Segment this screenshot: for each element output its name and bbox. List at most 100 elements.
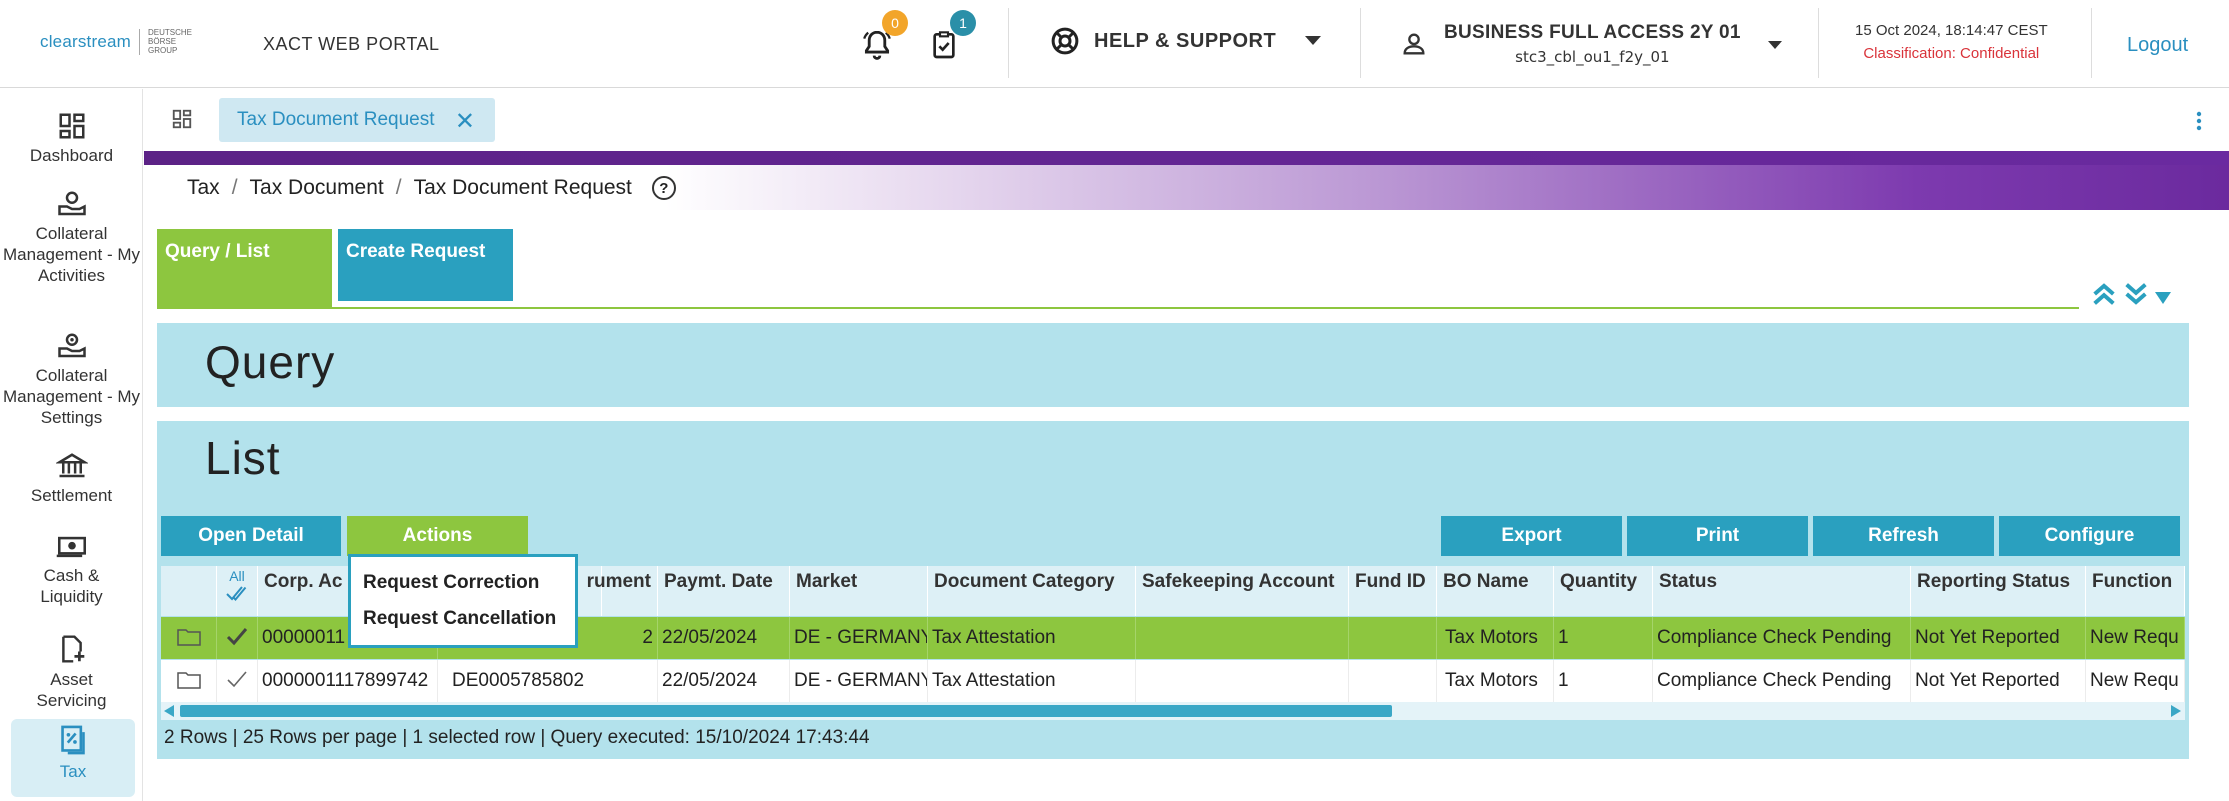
sidebar-item-label: Asset Servicing [36,670,107,710]
tab-query-list[interactable]: Query / List [157,229,332,309]
notifications-button[interactable]: 0 [858,10,908,64]
breadcrumb-item-current: Tax Document Request [413,176,632,199]
lifebuoy-icon [1051,27,1079,55]
scroll-left-icon[interactable] [163,704,175,718]
column-header-function[interactable]: Function [2086,566,2185,616]
cell-status: Compliance Check Pending [1653,660,1911,702]
sidebar-item-label: Collateral Management - My Activities [3,224,140,285]
cell-market: DE - GERMANY [790,617,928,659]
cell-reporting-status: Not Yet Reported [1911,660,2086,702]
purple-band [144,151,2229,165]
tab-underline [332,307,2079,309]
sidebar-item-cash-liquidity[interactable]: Cash & Liquidity [0,533,143,607]
actions-dropdown-menu: Request Correction Request Cancellation [348,554,578,648]
menu-item-request-cancellation[interactable]: Request Cancellation [351,604,575,640]
column-header-quantity[interactable]: Quantity [1554,566,1653,616]
asset-icon [61,635,84,663]
table-row[interactable]: 0000001117899742 DE0005785802 22/05/2024… [161,660,2185,702]
cell-fund-id [1349,617,1437,659]
column-header-bo-name[interactable]: BO Name [1437,566,1554,616]
cell-corp-act: 0000001117899742 [258,660,438,702]
cell-status: Compliance Check Pending [1653,617,1911,659]
scroll-right-icon[interactable] [2170,704,2182,718]
sidebar-item-collateral-settings[interactable]: Collateral Management - My Settings [0,331,143,428]
cell-bo-name: Tax Motors [1437,617,1554,659]
top-header: clearstream DEUTSCHE BÖRSE GROUP XACT WE… [0,0,2229,88]
sidebar-item-tax[interactable]: Tax [11,719,135,797]
row-checkbox[interactable] [217,660,258,702]
cell-market: DE - GERMANY [790,660,928,702]
help-icon[interactable]: ? [651,176,676,200]
sidebar-item-dashboard[interactable]: Dashboard [0,111,143,166]
cell-safekeeping-account [1136,617,1349,659]
tax-doc-icon [61,725,85,755]
current-datetime: 15 Oct 2024, 18:14:47 CEST [1855,22,2048,39]
help-support-menu[interactable]: HELP & SUPPORT [1050,26,1322,56]
cell-document-category: Tax Attestation [928,617,1136,659]
column-header-status[interactable]: Status [1653,566,1911,616]
breadcrumb-item[interactable]: Tax [187,176,220,200]
cell-reporting-status: Not Yet Reported [1911,617,2086,659]
menu-item-request-correction[interactable]: Request Correction [351,568,575,604]
tab-create-request[interactable]: Create Request [338,229,513,301]
header-divider [2091,8,2092,78]
tab-tax-document-request[interactable]: Tax Document Request ✕ [219,98,495,142]
grid-menu-icon[interactable] [171,108,193,130]
user-menu[interactable]: BUSINESS FULL ACCESS 2Y 01 stc3_cbl_ou1_… [1400,22,1783,66]
checkmark-icon [227,671,247,688]
sidebar-item-settlement[interactable]: Settlement [0,451,143,506]
sidebar-item-label: Settlement [30,486,113,505]
header-divider [1008,8,1009,78]
cell-bo-name: Tax Motors [1437,660,1554,702]
user-icon [1403,33,1425,55]
cell-instrument: DE0005785802 [438,660,658,702]
export-button[interactable]: Export [1441,516,1622,556]
actions-button[interactable]: Actions [347,516,528,556]
configure-button[interactable]: Configure [1999,516,2180,556]
expand-all-icon[interactable] [2122,280,2150,308]
close-icon[interactable]: ✕ [455,107,475,136]
cell-quantity: 1 [1554,660,1653,702]
folder-icon [177,672,201,689]
panel-controls [2090,280,2172,308]
row-checkbox[interactable] [217,617,258,659]
breadcrumb: Tax / Tax Document / Tax Document Reques… [187,176,676,200]
column-header-reporting-status[interactable]: Reporting Status [1911,566,2086,616]
open-detail-button[interactable]: Open Detail [161,516,341,556]
breadcrumb-item[interactable]: Tax Document [250,176,384,200]
select-all-checkbox[interactable]: All [217,566,258,616]
user-id: stc3_cbl_ou1_f2y_01 [1515,48,1670,66]
column-header-market[interactable]: Market [790,566,928,616]
hand-settings-icon [57,333,86,358]
caret-down-icon[interactable] [2154,291,2172,305]
logo-divider [139,28,141,55]
column-header-fund-id[interactable]: Fund ID [1349,566,1437,616]
help-support-label: HELP & SUPPORT [1094,29,1277,52]
column-header-paymt-date[interactable]: Paymt. Date [658,566,790,616]
logout-link[interactable]: Logout [2127,34,2188,57]
double-check-icon [226,586,247,601]
query-panel-title[interactable]: Query [205,335,335,389]
cell-function: New Requ [2086,660,2185,702]
folder-cell[interactable] [161,617,217,659]
print-button[interactable]: Print [1627,516,1808,556]
bank-icon [55,453,88,478]
more-vertical-icon[interactable] [2193,110,2205,132]
scrollbar-thumb[interactable] [180,705,1392,717]
tasks-button[interactable]: 1 [926,10,976,64]
list-panel-title[interactable]: List [205,431,281,485]
collapse-all-icon[interactable] [2090,280,2118,308]
column-header-document-category[interactable]: Document Category [928,566,1136,616]
tab-label: Tax Document Request [237,109,435,130]
column-header-safekeeping-account[interactable]: Safekeeping Account [1136,566,1349,616]
header-divider [1818,8,1819,78]
hand-coin-icon [57,191,86,216]
sidebar-item-collateral-activities[interactable]: Collateral Management - My Activities [0,189,143,286]
query-panel: Query [157,323,2189,407]
checkmark-icon [226,628,248,646]
chevron-down-icon [1305,36,1322,45]
folder-cell[interactable] [161,660,217,702]
sidebar-item-asset-servicing[interactable]: Asset Servicing [0,633,143,711]
refresh-button[interactable]: Refresh [1813,516,1994,556]
breadcrumb-separator: / [231,176,238,199]
